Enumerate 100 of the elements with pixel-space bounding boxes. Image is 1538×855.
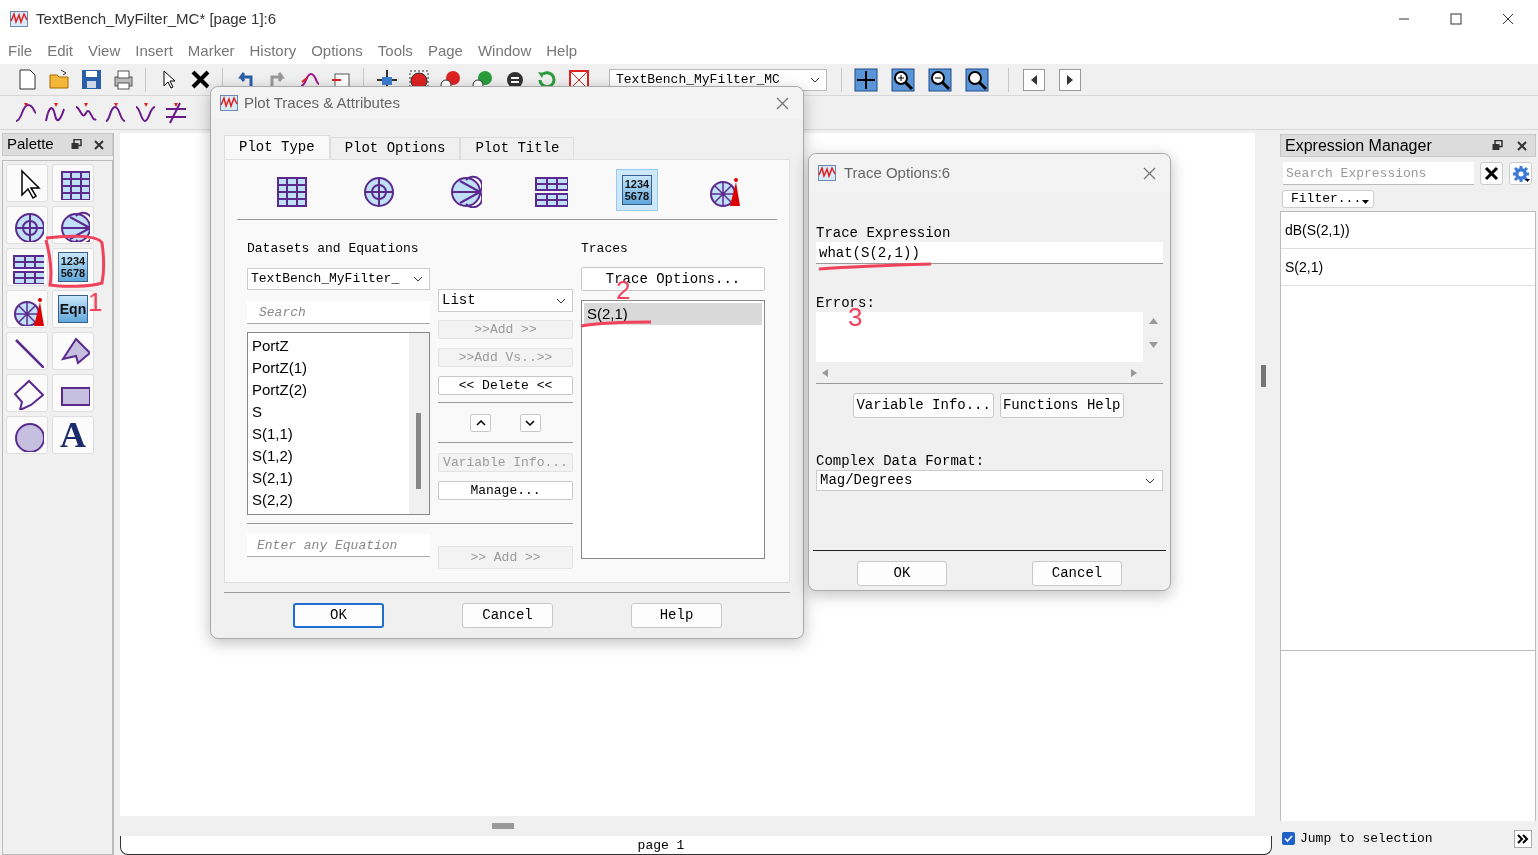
list-item[interactable]: S(1,2) [252, 445, 409, 467]
marker-line-icon[interactable] [164, 100, 188, 125]
menu-item[interactable]: Page [427, 39, 463, 63]
expression-item[interactable]: dB(S(2,1)) [1281, 212, 1535, 249]
delete-button[interactable]: << Delete << [438, 376, 573, 395]
dialog-button[interactable]: Help [631, 603, 722, 628]
format-dropdown[interactable]: Mag/Degrees [816, 470, 1163, 491]
menu-item[interactable]: File [8, 39, 33, 63]
menu-item[interactable]: Tools [377, 39, 413, 63]
number-table-button[interactable]: 1234 5678 [615, 168, 658, 211]
menu-item[interactable]: Marker [187, 39, 235, 63]
dialog-button[interactable]: OK [293, 603, 384, 628]
chevron-up-icon [475, 420, 486, 426]
tab[interactable]: Plot Type [224, 135, 330, 159]
menu-item[interactable]: Edit [47, 39, 74, 63]
clear-search-button[interactable] [1480, 162, 1503, 185]
menu-item[interactable]: Window [477, 39, 532, 63]
zoom-search-icon[interactable] [965, 67, 989, 92]
chevron-down-icon [810, 76, 820, 83]
panel-title: Expression Manager [1285, 135, 1432, 156]
page-tab[interactable]: page 1 [120, 836, 1272, 855]
zoom-fit-icon[interactable] [854, 67, 878, 92]
chevron-down-icon [556, 297, 566, 304]
double-chevron-icon [1517, 833, 1529, 844]
manage-button[interactable]: Manage... [438, 481, 573, 500]
close-icon[interactable] [94, 139, 104, 150]
list-item[interactable]: S(2,2) [252, 489, 409, 511]
search-field[interactable]: Search [247, 301, 430, 324]
expand-button[interactable] [1514, 829, 1532, 848]
section-label: Traces [581, 240, 629, 258]
splitter-handle[interactable] [1261, 365, 1266, 387]
close-icon[interactable] [1517, 140, 1527, 151]
close-icon [1484, 166, 1499, 181]
expression-field[interactable]: what(S(2,1)) [816, 242, 1163, 264]
list-item[interactable]: PortZ [252, 335, 409, 357]
field-label: Trace Expression [816, 224, 952, 242]
search-field[interactable]: Search Expressions [1283, 162, 1474, 185]
annotation-number: 1 [88, 288, 103, 316]
chevron-down-icon [1145, 477, 1155, 484]
next-icon[interactable] [1059, 68, 1081, 91]
functions-help-button[interactable]: Functions Help [999, 393, 1124, 418]
menu-item[interactable]: Insert [135, 39, 173, 63]
equation-field[interactable]: Enter any Equation [247, 534, 430, 557]
number-table-icon: 1234 5678 [621, 174, 652, 205]
list-item[interactable]: S(2,1) [252, 467, 409, 489]
checkbox[interactable] [1282, 832, 1295, 846]
panel-title: Palette [7, 134, 54, 155]
dialog-button[interactable]: OK [857, 561, 947, 586]
dialog-button[interactable]: Cancel [1032, 561, 1122, 586]
float-icon[interactable] [71, 139, 82, 150]
zoom-in-icon[interactable] [891, 67, 915, 92]
checkbox-label[interactable]: Jump to selection [1300, 829, 1433, 849]
field-label: Complex Data Format: [816, 452, 986, 470]
list-item[interactable]: S [252, 401, 409, 423]
zoom-out-icon[interactable] [928, 67, 952, 92]
dialog-button[interactable]: Cancel [462, 603, 553, 628]
equation-icon[interactable]: Eqn [58, 295, 88, 323]
tab[interactable]: Plot Options [329, 137, 461, 159]
settings-icon [1511, 164, 1530, 183]
filter-dropdown[interactable]: Filter... [1282, 190, 1374, 208]
menu-item[interactable]: View [88, 39, 121, 63]
trace-item[interactable]: S(2,1) [584, 303, 762, 325]
float-icon[interactable] [1492, 140, 1503, 151]
variable-info-button[interactable]: Variable Info... [853, 393, 994, 418]
print-icon[interactable] [111, 68, 135, 91]
open-folder-icon[interactable] [47, 68, 71, 91]
tab[interactable]: Plot Title [460, 137, 575, 159]
number-table-icon[interactable]: 1234 5678 [58, 252, 88, 282]
maximize-icon[interactable] [1450, 13, 1462, 25]
menu-item[interactable]: Options [311, 39, 363, 63]
list-mode-dropdown[interactable]: List [438, 289, 573, 312]
chevron-down-icon [525, 420, 536, 426]
marker-curve-icon[interactable] [104, 100, 128, 125]
check-icon [1284, 834, 1293, 844]
settings-button[interactable] [1509, 162, 1532, 185]
window-title: TextBench_MyFilter_MC* [page 1]:6 [36, 8, 277, 29]
previous-icon[interactable] [1023, 68, 1045, 91]
dialog-title: Trace Options:6 [844, 162, 951, 183]
list-item[interactable]: PortZ(1) [252, 357, 409, 379]
section-label: Datasets and Equations [247, 240, 420, 258]
scrollbar-thumb[interactable] [416, 413, 421, 489]
scrollbar-thumb[interactable] [492, 823, 514, 829]
save-icon[interactable] [79, 68, 103, 91]
menu-item[interactable]: History [249, 39, 297, 63]
dataset-dropdown[interactable]: TextBench_MyFilter_ [247, 268, 430, 290]
move-down-button[interactable] [519, 414, 541, 432]
marker-curve-icon[interactable] [134, 100, 158, 125]
menu-item[interactable]: Help [546, 39, 578, 63]
chevron-down-icon [413, 276, 423, 282]
list-item[interactable]: S(1,1) [252, 423, 409, 445]
dialog-title: Plot Traces & Attributes [244, 92, 400, 113]
app-logo-icon [220, 95, 238, 111]
close-icon[interactable] [1502, 13, 1514, 25]
marker-curve-icon[interactable] [14, 100, 38, 125]
move-up-button[interactable] [470, 414, 492, 432]
list-item[interactable]: PortZ(2) [252, 379, 409, 401]
app-logo-icon [818, 165, 836, 181]
caret-icon [1362, 200, 1370, 204]
expression-item[interactable]: S(2,1) [1281, 249, 1535, 286]
app-logo-icon [10, 11, 28, 27]
